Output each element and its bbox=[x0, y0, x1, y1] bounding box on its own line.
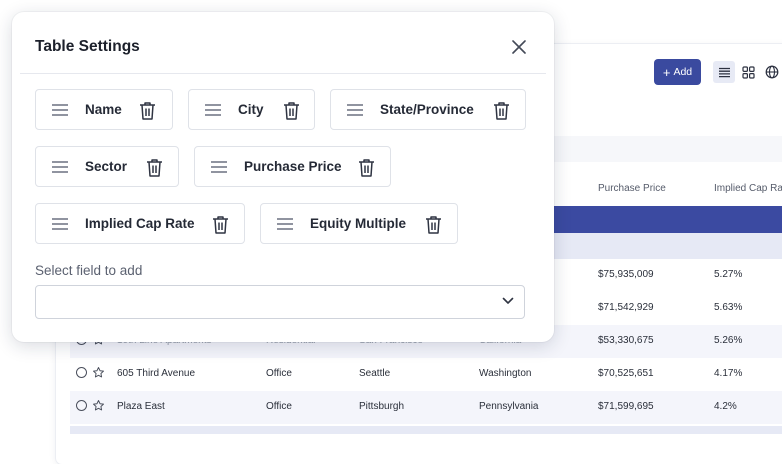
field-select[interactable] bbox=[35, 285, 525, 319]
field-chip-purchase-price[interactable]: Purchase Price bbox=[194, 146, 391, 187]
filter-strip bbox=[540, 136, 782, 162]
field-chip-label: State/Province bbox=[380, 102, 474, 117]
field-chip-state-province[interactable]: State/Province bbox=[330, 89, 526, 130]
add-button-label: Add bbox=[673, 66, 693, 78]
row-radio-icon[interactable] bbox=[76, 367, 87, 378]
column-header-implied-cap-rate[interactable]: Implied Cap Ra bbox=[714, 183, 782, 194]
trash-icon[interactable] bbox=[493, 101, 510, 120]
modal-divider bbox=[20, 73, 546, 74]
list-view-button[interactable] bbox=[713, 61, 735, 83]
chevron-down-icon[interactable] bbox=[502, 297, 514, 305]
column-header-purchase-price[interactable]: Purchase Price bbox=[598, 183, 666, 194]
cell-cap-rate: 4.17% bbox=[714, 368, 743, 379]
cell-purchase-price: $70,525,651 bbox=[598, 368, 654, 379]
trash-icon[interactable] bbox=[283, 101, 300, 120]
trash-icon[interactable] bbox=[139, 101, 156, 120]
trash-icon[interactable] bbox=[146, 158, 163, 177]
cell-name[interactable]: Plaza East bbox=[117, 401, 165, 412]
field-chip-sector[interactable]: Sector bbox=[35, 146, 179, 187]
cell-city: Seattle bbox=[359, 368, 391, 379]
list-view-icon bbox=[718, 67, 730, 77]
cell-sector: Office bbox=[266, 401, 292, 412]
group-footer-band bbox=[70, 426, 782, 434]
star-icon[interactable] bbox=[92, 399, 105, 412]
field-chip-label: Sector bbox=[85, 159, 128, 174]
cell-city: Pittsburgh bbox=[359, 401, 405, 412]
modal-title: Table Settings bbox=[35, 38, 140, 55]
drag-handle-icon[interactable] bbox=[205, 103, 221, 117]
map-view-button[interactable] bbox=[761, 61, 782, 83]
trash-icon[interactable] bbox=[212, 215, 229, 234]
cell-cap-rate: 5.63% bbox=[714, 302, 743, 313]
add-button[interactable]: + Add bbox=[654, 59, 701, 85]
row-radio-icon[interactable] bbox=[76, 400, 87, 411]
grid-view-icon bbox=[741, 65, 755, 79]
trash-icon[interactable] bbox=[358, 158, 375, 177]
field-chip-name[interactable]: Name bbox=[35, 89, 173, 130]
globe-icon bbox=[765, 65, 779, 79]
close-button[interactable] bbox=[508, 36, 530, 58]
field-chip-implied-cap-rate[interactable]: Implied Cap Rate bbox=[35, 203, 245, 244]
trash-icon[interactable] bbox=[425, 215, 442, 234]
cell-purchase-price: $53,330,675 bbox=[598, 335, 654, 346]
drag-handle-icon[interactable] bbox=[211, 160, 227, 174]
table-settings-modal: Table Settings Name City State/Province … bbox=[12, 12, 554, 342]
field-chip-city[interactable]: City bbox=[188, 89, 315, 130]
table-row[interactable]: 605 Third Avenue Office Seattle Washingt… bbox=[70, 358, 782, 391]
star-icon[interactable] bbox=[92, 366, 105, 379]
field-chip-label: Purchase Price bbox=[244, 159, 342, 174]
cell-state: Pennsylvania bbox=[479, 401, 539, 412]
grid-view-button[interactable] bbox=[737, 61, 759, 83]
cell-cap-rate: 4.2% bbox=[714, 401, 737, 412]
field-chip-label: Equity Multiple bbox=[310, 216, 406, 231]
plus-icon: + bbox=[662, 64, 671, 80]
cell-name[interactable]: 605 Third Avenue bbox=[117, 368, 195, 379]
cell-sector: Office bbox=[266, 368, 292, 379]
table-row[interactable]: Plaza East Office Pittsburgh Pennsylvani… bbox=[70, 391, 782, 424]
field-chip-label: Implied Cap Rate bbox=[85, 216, 195, 231]
cell-state: Washington bbox=[479, 368, 532, 379]
field-chip-equity-multiple[interactable]: Equity Multiple bbox=[260, 203, 458, 244]
drag-handle-icon[interactable] bbox=[277, 217, 293, 231]
drag-handle-icon[interactable] bbox=[52, 217, 68, 231]
drag-handle-icon[interactable] bbox=[347, 103, 363, 117]
select-field-label: Select field to add bbox=[35, 263, 143, 278]
close-icon bbox=[512, 40, 526, 54]
cell-purchase-price: $71,542,929 bbox=[598, 302, 654, 313]
cell-purchase-price: $75,935,009 bbox=[598, 269, 654, 280]
cell-cap-rate: 5.26% bbox=[714, 335, 743, 346]
drag-handle-icon[interactable] bbox=[52, 160, 68, 174]
field-chip-label: City bbox=[238, 102, 264, 117]
field-chip-label: Name bbox=[85, 102, 122, 117]
cell-cap-rate: 5.27% bbox=[714, 269, 743, 280]
cell-purchase-price: $71,599,695 bbox=[598, 401, 654, 412]
drag-handle-icon[interactable] bbox=[52, 103, 68, 117]
